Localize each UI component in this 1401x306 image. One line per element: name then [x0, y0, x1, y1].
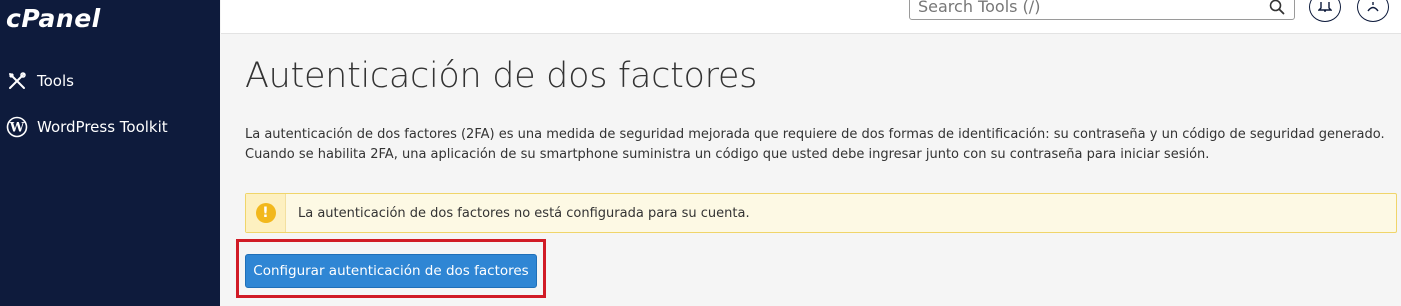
- alert-text: La autenticación de dos factores no está…: [298, 205, 750, 221]
- description-line: Cuando se habilita 2FA, una aplicación d…: [245, 147, 1210, 162]
- wordpress-icon: W: [6, 116, 28, 138]
- bell-icon: [1317, 0, 1333, 16]
- sidebar-item-tools[interactable]: Tools: [0, 66, 220, 96]
- alert-icon-box: !: [246, 194, 286, 232]
- svg-text:W: W: [9, 121, 25, 136]
- configure-2fa-button[interactable]: Configurar autenticación de dos factores: [245, 254, 537, 288]
- sidebar: cPanel Tools W WordPress Toolkit: [0, 0, 220, 306]
- page-description: La autenticación de dos factores (2FA) e…: [245, 125, 1395, 165]
- warning-alert: ! La autenticación de dos factores no es…: [245, 193, 1397, 233]
- sidebar-item-label: Tools: [37, 72, 74, 90]
- sidebar-item-wordpress-toolkit[interactable]: W WordPress Toolkit: [0, 112, 220, 142]
- exclamation-icon: !: [255, 203, 276, 223]
- page-title: Autenticación de dos factores: [245, 56, 758, 96]
- user-icon: [1366, 0, 1380, 16]
- sidebar-item-label: WordPress Toolkit: [37, 118, 168, 136]
- tools-icon: [6, 70, 28, 92]
- search-tools-field[interactable]: Search Tools (/): [909, 0, 1295, 20]
- search-input[interactable]: Search Tools (/): [910, 0, 1266, 18]
- cpanel-logo[interactable]: cPanel: [6, 0, 101, 38]
- search-icon[interactable]: [1266, 0, 1288, 18]
- description-line: La autenticación de dos factores (2FA) e…: [245, 127, 1385, 142]
